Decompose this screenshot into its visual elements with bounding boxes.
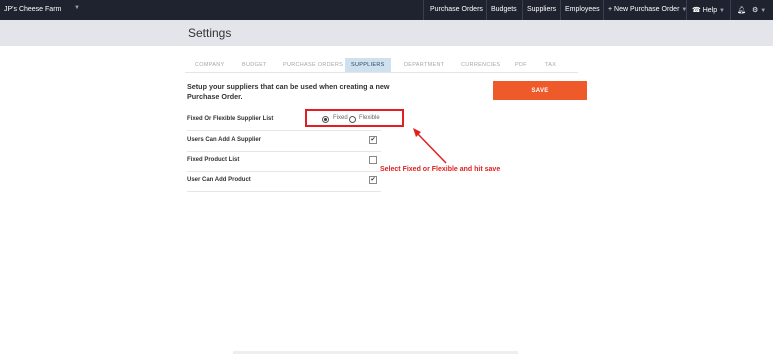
nav-divider — [603, 0, 604, 20]
tab-currencies[interactable]: CURRENCIES — [461, 58, 500, 72]
nav-divider — [730, 0, 731, 20]
nav-budgets[interactable]: Budgets — [491, 6, 517, 13]
setting-label: Fixed Or Flexible Supplier List — [187, 116, 274, 122]
setting-row-fixed-product: Fixed Product List — [187, 151, 381, 172]
fixed-product-checkbox[interactable] — [369, 156, 377, 164]
gear-icon[interactable]: ⚙ ▼ — [752, 6, 766, 14]
chevron-down-icon[interactable]: ▼ — [74, 5, 80, 11]
nav-divider — [423, 0, 424, 20]
help-icon: ☎ — [692, 7, 701, 14]
tab-company[interactable]: COMPANY — [195, 58, 225, 72]
nav-divider — [522, 0, 523, 20]
help-menu[interactable]: ☎ Help ▼ — [692, 6, 725, 14]
page-header: Settings — [0, 20, 773, 46]
nav-divider — [560, 0, 561, 20]
fixed-radio[interactable] — [322, 116, 329, 123]
setting-label: Users Can Add A Supplier — [187, 137, 262, 143]
add-supplier-checkbox[interactable]: ✔ — [369, 136, 377, 144]
annotation-text: Select Fixed or Flexible and hit save — [380, 166, 501, 173]
tab-suppliers[interactable]: SUPPLIERS — [345, 58, 391, 72]
plus-icon: + — [608, 6, 613, 13]
tab-pdf[interactable]: PDF — [515, 58, 527, 72]
add-product-checkbox[interactable]: ✔ — [369, 176, 377, 184]
chevron-down-icon: ▼ — [719, 8, 725, 14]
tab-tax[interactable]: TAX — [545, 58, 556, 72]
save-button[interactable]: SAVE — [493, 81, 587, 100]
tab-budget[interactable]: BUDGET — [242, 58, 267, 72]
nav-employees[interactable]: Employees — [565, 6, 600, 13]
nav-divider — [686, 0, 687, 20]
setting-row-add-product: User Can Add Product ✔ — [187, 171, 381, 192]
nav-purchase-orders[interactable]: Purchase Orders — [430, 6, 483, 13]
tab-department[interactable]: DEPARTMENT — [404, 58, 444, 72]
setting-label: Fixed Product List — [187, 157, 240, 163]
setting-label: User Can Add Product — [187, 177, 251, 183]
help-label: Help — [702, 7, 718, 14]
top-navbar: JP's Cheese Farm ▼ Purchase Orders Budge… — [0, 0, 773, 20]
new-po-label: New Purchase Order — [614, 6, 680, 13]
company-switcher[interactable]: JP's Cheese Farm — [4, 6, 61, 13]
page-title: Settings — [188, 26, 232, 40]
tab-purchase-orders[interactable]: PURCHASE ORDERS — [283, 58, 343, 72]
annotation-arrow — [413, 128, 447, 164]
supplier-list-radio-group: Fixed Flexible — [305, 109, 404, 127]
setting-row-add-supplier: Users Can Add A Supplier ✔ — [187, 131, 381, 152]
tabs-divider — [185, 72, 578, 73]
flexible-radio[interactable] — [349, 116, 356, 123]
bell-icon[interactable]: 🔔︎ — [737, 6, 746, 14]
nav-suppliers[interactable]: Suppliers — [527, 6, 556, 13]
flexible-radio-label[interactable]: Flexible — [359, 115, 380, 121]
new-purchase-order-button[interactable]: + New Purchase Order ▼ — [608, 6, 687, 13]
fixed-radio-label[interactable]: Fixed — [333, 115, 348, 121]
nav-divider — [486, 0, 487, 20]
section-description: Setup your suppliers that can be used wh… — [187, 82, 390, 101]
